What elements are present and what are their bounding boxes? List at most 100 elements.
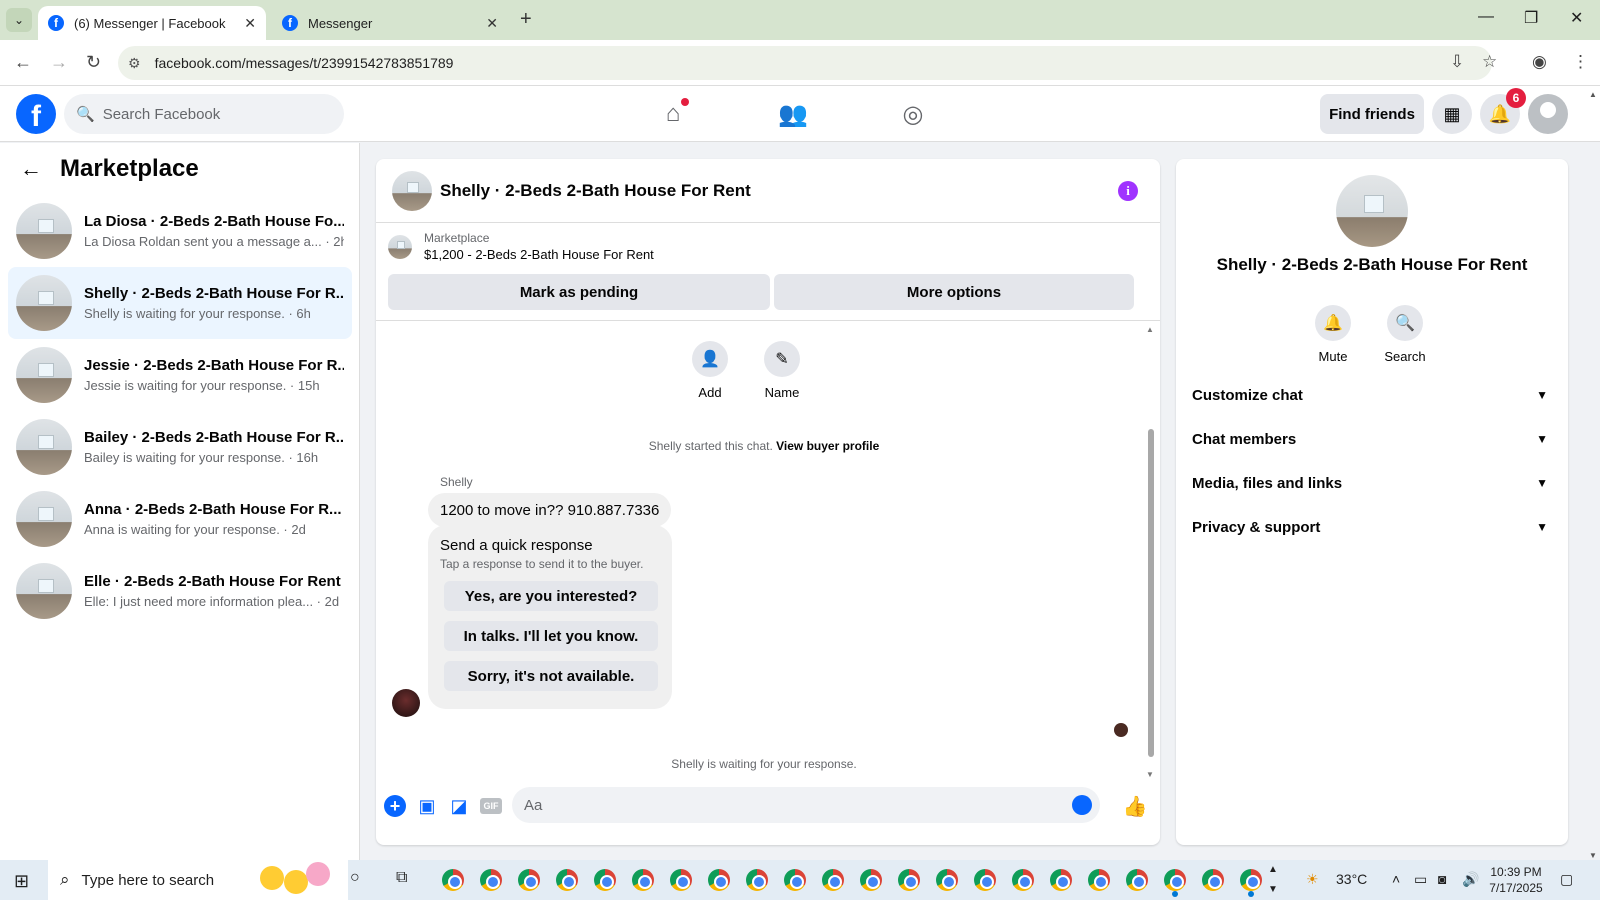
more-options-button[interactable]: More options xyxy=(774,274,1134,310)
taskbar-scroll-down-icon[interactable]: ▼ xyxy=(1268,884,1278,895)
friends-icon[interactable]: 👥 xyxy=(773,96,813,132)
chrome-app-icon[interactable] xyxy=(556,869,578,891)
chrome-app-icon[interactable] xyxy=(1202,869,1224,891)
install-app-icon[interactable]: ⇩ xyxy=(1450,52,1464,72)
home-icon[interactable]: ⌂ xyxy=(653,96,693,132)
bookmark-star-icon[interactable]: ☆ xyxy=(1482,52,1497,72)
chrome-app-icon[interactable] xyxy=(1012,869,1034,891)
task-view-icon[interactable]: ⧉ xyxy=(396,869,418,891)
chat-listing-thumbnail[interactable] xyxy=(392,170,432,211)
tray-overflow-icon[interactable]: ˄ xyxy=(1392,871,1400,887)
back-icon[interactable]: ← xyxy=(14,52,32,73)
restore-icon[interactable]: ❐ xyxy=(1524,8,1538,28)
scroll-up-arrow-icon[interactable]: ▲ xyxy=(1146,325,1154,334)
gif-icon[interactable]: GIF xyxy=(480,798,502,814)
chrome-app-icon[interactable] xyxy=(860,869,882,891)
account-avatar[interactable] xyxy=(1528,94,1568,134)
browser-tab-messenger[interactable]: f Messenger ✕ xyxy=(272,6,508,40)
chrome-app-icon[interactable] xyxy=(1126,869,1148,891)
scroll-down-arrow-icon[interactable]: ▼ xyxy=(1146,770,1154,779)
name-chat-button[interactable]: ✎ Name xyxy=(752,341,812,400)
message-bubble[interactable]: 1200 to move in?? 910.887.7336 xyxy=(428,493,672,527)
chrome-app-icon[interactable] xyxy=(746,869,768,891)
cortana-icon[interactable]: ○ xyxy=(350,869,372,891)
profile-icon[interactable]: ◉ xyxy=(1532,52,1547,72)
plus-icon[interactable]: + xyxy=(384,795,406,817)
page-scroll-up-icon[interactable]: ▲ xyxy=(1589,90,1597,99)
add-people-button[interactable]: 👤 Add xyxy=(680,341,740,400)
conversation-item[interactable]: Elle · 2-Beds 2-Bath House For Rent Elle:… xyxy=(8,555,352,627)
mute-button[interactable]: 🔔 Mute xyxy=(1298,305,1368,364)
message-input[interactable]: Aa xyxy=(512,787,1100,823)
conversation-item[interactable]: Jessie · 2-Beds 2-Bath House For R... Jes… xyxy=(8,339,352,411)
tab-search-chevron-icon[interactable]: ⌄ xyxy=(6,8,32,32)
quick-response-option[interactable]: In talks. I'll let you know. xyxy=(444,621,658,651)
forward-icon[interactable]: → xyxy=(50,52,68,73)
weather-icon[interactable]: ☀ xyxy=(1306,871,1319,888)
conversation-item-active[interactable]: Shelly · 2-Beds 2-Bath House For R... She… xyxy=(8,267,352,339)
listing-large-thumbnail[interactable] xyxy=(1336,175,1408,247)
minimize-icon[interactable]: — xyxy=(1478,8,1494,26)
new-tab-icon[interactable]: + xyxy=(520,8,532,31)
quick-response-option[interactable]: Yes, are you interested? xyxy=(444,581,658,611)
conversation-item[interactable]: Bailey · 2-Beds 2-Bath House For R... Bai… xyxy=(8,411,352,483)
windows-start-icon[interactable]: ⊞ xyxy=(14,871,29,892)
media-files-links-section[interactable]: Media, files and links ▼ xyxy=(1192,461,1556,505)
chat-scrollbar[interactable]: ▲ ▼ xyxy=(1146,321,1156,779)
mark-as-pending-button[interactable]: Mark as pending xyxy=(388,274,770,310)
photo-icon[interactable]: ▣ xyxy=(416,795,438,817)
chrome-app-icon[interactable] xyxy=(518,869,540,891)
chrome-app-icon[interactable] xyxy=(1088,869,1110,891)
chrome-app-icon[interactable] xyxy=(974,869,996,891)
url-text[interactable]: facebook.com/messages/t/2399154278385178… xyxy=(155,55,454,71)
chrome-app-icon-running[interactable] xyxy=(1164,869,1186,891)
chrome-app-icon[interactable] xyxy=(442,869,464,891)
temperature[interactable]: 33°C xyxy=(1336,871,1367,887)
sender-avatar[interactable] xyxy=(392,689,420,717)
camera-icon[interactable]: ◙ xyxy=(1438,871,1446,887)
close-tab-icon[interactable]: ✕ xyxy=(244,15,256,32)
emoji-icon[interactable] xyxy=(1072,795,1092,815)
chat-members-section[interactable]: Chat members ▼ xyxy=(1192,417,1556,461)
chrome-app-icon[interactable] xyxy=(784,869,806,891)
chrome-app-icon-running[interactable] xyxy=(1240,869,1262,891)
taskbar-scroll-up-icon[interactable]: ▲ xyxy=(1268,864,1278,875)
chrome-app-icon[interactable] xyxy=(1050,869,1072,891)
conversation-item[interactable]: Anna · 2-Beds 2-Bath House For R... Anna … xyxy=(8,483,352,555)
facebook-search-input[interactable]: 🔍 Search Facebook xyxy=(64,94,344,134)
listing-summary[interactable]: Marketplace $1,200 - 2-Beds 2-Bath House… xyxy=(388,231,654,262)
chrome-app-icon[interactable] xyxy=(708,869,730,891)
chrome-app-icon[interactable] xyxy=(632,869,654,891)
action-center-icon[interactable]: ▢ xyxy=(1560,871,1573,888)
back-arrow-icon[interactable]: ← xyxy=(20,156,42,182)
omnibox[interactable]: ⚙ facebook.com/messages/t/23991542783851… xyxy=(118,46,1492,80)
reload-icon[interactable]: ↻ xyxy=(86,52,101,73)
conversation-item[interactable]: La Diosa · 2-Beds 2-Bath House Fo... La D… xyxy=(8,195,352,267)
chrome-app-icon[interactable] xyxy=(898,869,920,891)
view-buyer-profile-link[interactable]: View buyer profile xyxy=(776,439,879,453)
search-conversation-button[interactable]: 🔍 Search xyxy=(1370,305,1440,364)
browser-menu-icon[interactable]: ⋮ xyxy=(1572,52,1589,72)
window-close-icon[interactable]: ✕ xyxy=(1570,8,1583,28)
notifications-bell-icon[interactable]: 🔔 6 xyxy=(1480,88,1526,134)
chrome-app-icon[interactable] xyxy=(822,869,844,891)
chrome-app-icon[interactable] xyxy=(670,869,692,891)
volume-icon[interactable]: 🔊 xyxy=(1462,871,1479,888)
sticker-icon[interactable]: ◪ xyxy=(448,795,470,817)
browser-tab-messenger-facebook[interactable]: f (6) Messenger | Facebook ✕ xyxy=(38,6,266,40)
chat-title[interactable]: Shelly · 2-Beds 2-Bath House For Rent xyxy=(440,181,751,201)
taskbar-search-box[interactable]: ⌕ Type here to search xyxy=(48,860,348,900)
network-icon[interactable]: ▭ xyxy=(1414,871,1427,888)
customize-chat-section[interactable]: Customize chat ▼ xyxy=(1192,373,1556,417)
chrome-app-icon[interactable] xyxy=(936,869,958,891)
page-scrollbar[interactable]: ▲ ▼ xyxy=(1586,90,1600,860)
clock[interactable]: 10:39 PM 7/17/2025 xyxy=(1484,864,1548,896)
thumbs-up-icon[interactable]: 👍 xyxy=(1123,795,1148,818)
privacy-support-section[interactable]: Privacy & support ▼ xyxy=(1192,505,1556,549)
chrome-app-icon[interactable] xyxy=(594,869,616,891)
quick-response-option[interactable]: Sorry, it's not available. xyxy=(444,661,658,691)
info-icon[interactable]: i xyxy=(1118,181,1138,201)
facebook-logo-icon[interactable]: f xyxy=(16,94,56,134)
find-friends-button[interactable]: Find friends xyxy=(1320,94,1424,134)
groups-icon[interactable]: ◎ xyxy=(893,96,933,132)
